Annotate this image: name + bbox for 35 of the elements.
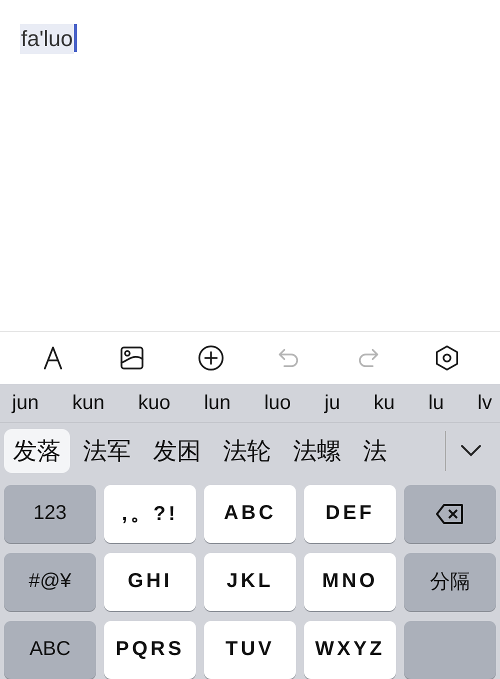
candidate[interactable]: 发困 [144, 429, 210, 474]
keyboard-key[interactable]: MNO [304, 552, 396, 611]
keyboard-key[interactable]: 分隔 [404, 552, 496, 611]
pinyin-option[interactable]: kun [72, 392, 105, 414]
keyboard-key[interactable]: 123 [4, 484, 96, 543]
candidate[interactable]: 法 [354, 429, 396, 474]
keyboard-key[interactable]: ,。?! [104, 484, 196, 543]
keyboard-key[interactable]: #@¥ [4, 552, 96, 611]
add-icon [196, 344, 225, 372]
keyboard-key[interactable]: GHI [104, 552, 196, 611]
pinyin-option[interactable]: ku [374, 392, 395, 414]
keyboard-key[interactable]: ABC [204, 484, 296, 543]
text-cursor [74, 24, 77, 52]
delete-key[interactable] [404, 484, 496, 543]
keyboard-key[interactable]: ABC [4, 620, 96, 679]
pinyin-option[interactable]: ju [324, 392, 340, 414]
pinyin-option[interactable]: lun [204, 392, 231, 414]
candidate[interactable]: 法军 [74, 429, 140, 474]
pinyin-option[interactable]: luo [264, 392, 291, 414]
candidate[interactable]: 法轮 [214, 429, 280, 474]
pinyin-option[interactable]: kuo [138, 392, 170, 414]
candidate[interactable]: 发落 [4, 429, 70, 474]
keyboard-key[interactable]: PQRS [104, 620, 196, 679]
candidate[interactable]: 法螺 [284, 429, 350, 474]
chevron-down-icon[interactable] [460, 444, 482, 458]
image-icon [118, 344, 146, 372]
pinyin-option[interactable]: lu [428, 392, 444, 414]
composing-text: fa'luo [20, 24, 74, 54]
keyboard-key[interactable]: JKL [204, 552, 296, 611]
keyboard-key[interactable]: DEF [304, 484, 396, 543]
keyboard-key[interactable]: TUV [204, 620, 296, 679]
backspace-icon [435, 502, 465, 525]
pinyin-option[interactable]: lv [478, 392, 492, 414]
pinyin-option[interactable]: jun [12, 392, 39, 414]
keyboard-key[interactable]: WXYZ [304, 620, 396, 679]
